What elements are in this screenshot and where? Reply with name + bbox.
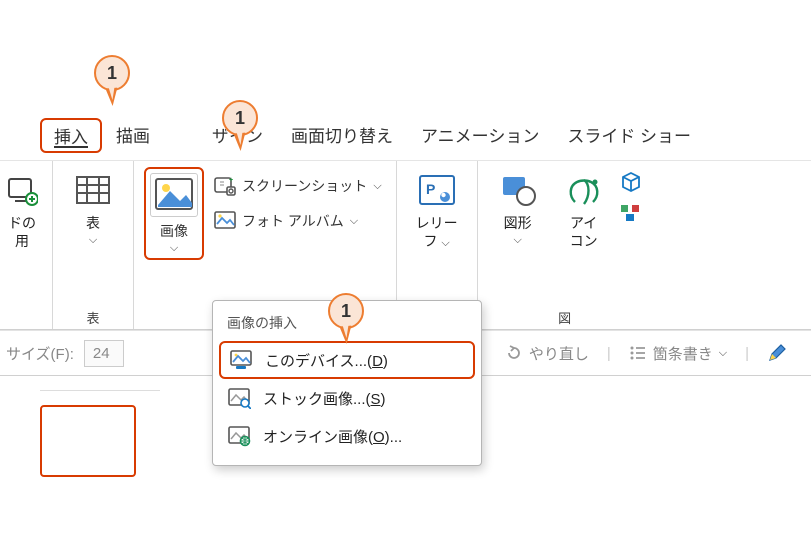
relief-label-l2: フ [424, 233, 438, 249]
menu-item-this-device[interactable]: このデバイス...(D) [219, 341, 475, 379]
table-label: 表 [86, 215, 100, 233]
shapes-label: 図形 [504, 215, 532, 233]
pen-icon [767, 343, 787, 363]
menu-item-stock-images[interactable]: ストック画像...(S) [213, 379, 481, 417]
tab-slideshow[interactable]: スライド ショー [553, 118, 705, 153]
chevron-down-icon: ⌵ [513, 237, 521, 244]
slides-label-l2: 用 [15, 233, 29, 251]
table-icon [73, 171, 113, 211]
chevron-down-icon: ⌵ [89, 237, 97, 244]
tab-transition[interactable]: 画面切り替え [277, 118, 407, 153]
font-size-label: サイズ(F): [6, 343, 74, 364]
tab-insert[interactable]: 挿入 [40, 118, 102, 153]
images-label: 画像 [160, 221, 188, 241]
bullets-button[interactable]: 箇条書き ⌵ [629, 343, 727, 364]
group-label-slides [20, 312, 24, 327]
slide-thumbnail-panel [40, 390, 160, 530]
slide-thumbnail[interactable] [40, 405, 136, 477]
images-side-stack: + スクリーンショット ⌵ フォト アルバム ⌵ [210, 167, 386, 233]
redo-label: やり直し [529, 343, 589, 364]
screenshot-label: スクリーンショット [242, 176, 367, 196]
illust-right-stack [620, 167, 642, 223]
menu-item-online-images[interactable]: オンライン画像(O)... [213, 417, 481, 455]
shapes-button[interactable]: 図形 ⌵ [488, 167, 548, 243]
ribbon-tabs: 挿入 描画 ザイン 画面切り替え アニメーション スライド ショー [40, 117, 811, 153]
annotation-number: 1 [341, 301, 351, 322]
3dmodels-icon[interactable] [620, 171, 642, 193]
relief-button[interactable]: P レリー フ ⌵ [407, 167, 467, 250]
icons-label-l1: アイ [570, 215, 597, 233]
redo-icon [505, 344, 523, 362]
slides-icon [2, 171, 42, 211]
picture-icon [150, 173, 198, 217]
chevron-down-icon: ⌵ [441, 237, 449, 249]
svg-text:P: P [426, 181, 435, 197]
smartart-icon[interactable] [620, 203, 642, 223]
photoalbum-label: フォト アルバム [242, 211, 344, 231]
relief-icon: P [417, 171, 457, 211]
icons-label-l2: コン [570, 233, 598, 251]
group-slides: ドの 用 [0, 161, 53, 329]
screenshot-button[interactable]: + スクリーンショット ⌵ [210, 173, 386, 199]
annotation-number: 1 [235, 108, 245, 129]
chevron-down-icon: ⌵ [719, 350, 727, 357]
table-button[interactable]: 表 ⌵ [63, 167, 123, 243]
photoalbum-button[interactable]: フォト アルバム ⌵ [210, 209, 386, 233]
annotation-number: 1 [107, 63, 117, 84]
chevron-down-icon: ⌵ [350, 218, 358, 225]
draw-button[interactable] [767, 343, 787, 363]
screenshot-icon: + [214, 175, 236, 197]
group-label-tables: 表 [86, 308, 99, 327]
annotation-callout: 1 [328, 293, 364, 329]
redo-button[interactable]: やり直し [505, 343, 589, 364]
group-label-illust: 図 [558, 308, 571, 327]
menu-item-label: このデバイス...(D) [265, 350, 388, 371]
svg-text:+: + [229, 177, 233, 184]
this-device-icon [229, 349, 253, 371]
online-images-icon [227, 425, 251, 447]
bullets-label: 箇条書き [653, 343, 713, 364]
annotation-callout: 1 [94, 55, 130, 91]
chevron-down-icon: ⌵ [373, 183, 381, 190]
icons-icon [564, 171, 604, 211]
annotation-callout: 1 [222, 100, 258, 136]
slides-label-l1: ドの [8, 215, 36, 233]
font-size-input[interactable] [84, 340, 124, 367]
slides-reuse-button[interactable]: ドの 用 [2, 167, 42, 250]
photo-album-icon [214, 211, 236, 231]
tab-draw[interactable]: 描画 [102, 118, 164, 153]
bullets-icon [629, 344, 647, 362]
relief-label-l1: レリー [416, 215, 458, 233]
group-tables: 表 ⌵ 表 [53, 161, 134, 329]
menu-item-label: オンライン画像(O)... [263, 426, 402, 447]
shapes-icon [498, 171, 538, 211]
images-split-button[interactable]: 画像 ⌵ [144, 167, 204, 260]
stock-images-icon [227, 387, 251, 409]
group-illustrations: 図形 ⌵ アイ コン 図 [478, 161, 652, 329]
tab-animation[interactable]: アニメーション [407, 118, 553, 153]
icons-button[interactable]: アイ コン [554, 167, 614, 250]
menu-item-label: ストック画像...(S) [263, 388, 386, 409]
chevron-down-icon: ⌵ [170, 245, 178, 252]
